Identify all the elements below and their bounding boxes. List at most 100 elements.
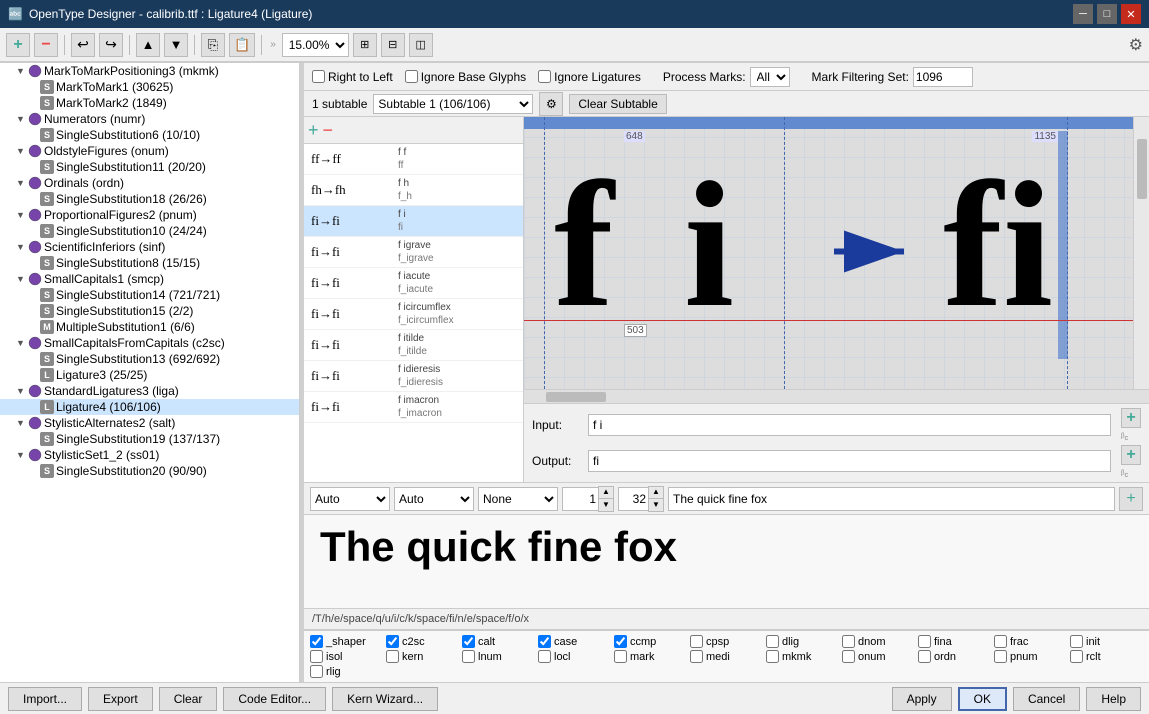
tree-item[interactable]: LLigature4 (106/106): [0, 399, 299, 415]
tag-checkbox-kern[interactable]: [386, 650, 399, 663]
list-item[interactable]: fi→fif igravef_igrave: [304, 237, 523, 268]
glyph-list-add-button[interactable]: +: [308, 121, 319, 139]
preview-text-input[interactable]: [668, 487, 1115, 511]
list-item[interactable]: fi→fif itildef_itilde: [304, 330, 523, 361]
undo-button[interactable]: ↩: [71, 33, 95, 57]
font-size-up-button[interactable]: ▲: [649, 487, 663, 499]
minimize-button[interactable]: ─: [1073, 4, 1093, 24]
tree-item[interactable]: ▼SmallCapitals1 (smcp): [0, 271, 299, 287]
process-marks-select[interactable]: All: [750, 67, 790, 87]
size-up-button[interactable]: ▲: [599, 487, 613, 499]
tag-checkbox-calt[interactable]: [462, 635, 475, 648]
tree-item[interactable]: SSingleSubstitution19 (137/137): [0, 431, 299, 447]
tag-checkbox-fina[interactable]: [918, 635, 931, 648]
tree-item[interactable]: SSingleSubstitution14 (721/721): [0, 287, 299, 303]
subtable-select[interactable]: Subtable 1 (106/106): [373, 94, 533, 114]
add-button[interactable]: +: [6, 33, 30, 57]
auto-select-2[interactable]: Auto: [394, 487, 474, 511]
font-size-down-button[interactable]: ▼: [649, 499, 663, 511]
tree-item[interactable]: SSingleSubstitution20 (90/90): [0, 463, 299, 479]
tree-item[interactable]: SSingleSubstitution6 (10/10): [0, 127, 299, 143]
up-button[interactable]: ▲: [136, 33, 160, 57]
tag-checkbox-c2sc[interactable]: [386, 635, 399, 648]
tree-item[interactable]: ▼MarkToMarkPositioning3 (mkmk): [0, 63, 299, 79]
tree-item[interactable]: SMarkToMark1 (30625): [0, 79, 299, 95]
right-to-left-checkbox[interactable]: [312, 70, 325, 83]
tag-checkbox-locl[interactable]: [538, 650, 551, 663]
redo-button[interactable]: ↪: [99, 33, 123, 57]
tag-checkbox-case[interactable]: [538, 635, 551, 648]
tree-item[interactable]: SSingleSubstitution8 (15/15): [0, 255, 299, 271]
ignore-base-glyphs-label[interactable]: Ignore Base Glyphs: [405, 70, 526, 84]
down-button[interactable]: ▼: [164, 33, 188, 57]
zoom-fit-button[interactable]: ⊞: [353, 33, 377, 57]
tag-checkbox-isol[interactable]: [310, 650, 323, 663]
copy-button[interactable]: ⎘: [201, 33, 225, 57]
canvas-vscroll[interactable]: [1133, 117, 1149, 389]
grid-button[interactable]: ⊟: [381, 33, 405, 57]
remove-button[interactable]: −: [34, 33, 58, 57]
tree-item[interactable]: ▼StylisticAlternates2 (salt): [0, 415, 299, 431]
tag-checkbox-cpsp[interactable]: [690, 635, 703, 648]
paste-button[interactable]: 📋: [229, 33, 255, 57]
tree-item[interactable]: LLigature3 (25/25): [0, 367, 299, 383]
tag-checkbox-pnum[interactable]: [994, 650, 1007, 663]
ignore-ligatures-checkbox[interactable]: [538, 70, 551, 83]
list-item[interactable]: fi→fif idieresisf_idieresis: [304, 361, 523, 392]
list-item[interactable]: ff→fff fff: [304, 144, 523, 175]
zoom-select[interactable]: 15.00%: [282, 33, 349, 57]
size-stepper-input[interactable]: [562, 487, 598, 511]
tree-item[interactable]: SSingleSubstitution15 (2/2): [0, 303, 299, 319]
tag-checkbox-rlig[interactable]: [310, 665, 323, 678]
ignore-ligatures-label[interactable]: Ignore Ligatures: [538, 70, 641, 84]
list-item[interactable]: fi→fif ifi: [304, 206, 523, 237]
cancel-button[interactable]: Cancel: [1013, 687, 1080, 711]
right-to-left-label[interactable]: Right to Left: [312, 70, 393, 84]
list-item[interactable]: fh→fhf hf_h: [304, 175, 523, 206]
subtable-gear-button[interactable]: ⚙: [539, 92, 563, 116]
kern-wizard-button[interactable]: Kern Wizard...: [332, 687, 438, 711]
tag-checkbox-ordn[interactable]: [918, 650, 931, 663]
input-field[interactable]: [588, 414, 1111, 436]
tag-checkbox-init[interactable]: [1070, 635, 1083, 648]
tree-item[interactable]: MMultipleSubstitution1 (6/6): [0, 319, 299, 335]
tag-checkbox-mkmk[interactable]: [766, 650, 779, 663]
tree-item[interactable]: SMarkToMark2 (1849): [0, 95, 299, 111]
gear-icon[interactable]: ⚙: [1129, 35, 1143, 55]
list-item[interactable]: fi→fif icircumflexf_icircumflex: [304, 299, 523, 330]
input-add-button[interactable]: +: [1121, 408, 1141, 428]
tree-item[interactable]: SSingleSubstitution11 (20/20): [0, 159, 299, 175]
view-button[interactable]: ◫: [409, 33, 433, 57]
export-button[interactable]: Export: [88, 687, 153, 711]
preview-add-button[interactable]: +: [1119, 487, 1143, 511]
tree-item[interactable]: SSingleSubstitution18 (26/26): [0, 191, 299, 207]
import-button[interactable]: Import...: [8, 687, 82, 711]
tree-item[interactable]: ▼SmallCapitalsFromCapitals (c2sc): [0, 335, 299, 351]
tag-checkbox-dlig[interactable]: [766, 635, 779, 648]
help-button[interactable]: Help: [1086, 687, 1141, 711]
clear-subtable-button[interactable]: Clear Subtable: [569, 94, 666, 114]
tree-item[interactable]: ▼ScientificInferiors (sinf): [0, 239, 299, 255]
tree-item[interactable]: ▼Numerators (numr): [0, 111, 299, 127]
tag-checkbox-rclt[interactable]: [1070, 650, 1083, 663]
size-down-button[interactable]: ▼: [599, 499, 613, 511]
maximize-button[interactable]: □: [1097, 4, 1117, 24]
tag-checkbox-frac[interactable]: [994, 635, 1007, 648]
tree-item[interactable]: ▼StylisticSet1_2 (ss01): [0, 447, 299, 463]
apply-button[interactable]: Apply: [892, 687, 952, 711]
tag-checkbox-dnom[interactable]: [842, 635, 855, 648]
output-add-button[interactable]: +: [1121, 445, 1141, 465]
code-editor-button[interactable]: Code Editor...: [223, 687, 326, 711]
none-select[interactable]: None: [478, 487, 558, 511]
clear-button[interactable]: Clear: [159, 687, 218, 711]
tag-checkbox-onum[interactable]: [842, 650, 855, 663]
list-item[interactable]: fi→fif imacronf_imacron: [304, 392, 523, 423]
tag-checkbox-mark[interactable]: [614, 650, 627, 663]
list-item[interactable]: fi→fif iacutef_iacute: [304, 268, 523, 299]
tree-item[interactable]: SSingleSubstitution10 (24/24): [0, 223, 299, 239]
mark-filter-input[interactable]: [913, 67, 973, 87]
ignore-base-glyphs-checkbox[interactable]: [405, 70, 418, 83]
tree-item[interactable]: ▼ProportionalFigures2 (pnum): [0, 207, 299, 223]
hscroll-bar[interactable]: [524, 389, 1149, 403]
glyph-list-remove-button[interactable]: −: [323, 121, 334, 139]
